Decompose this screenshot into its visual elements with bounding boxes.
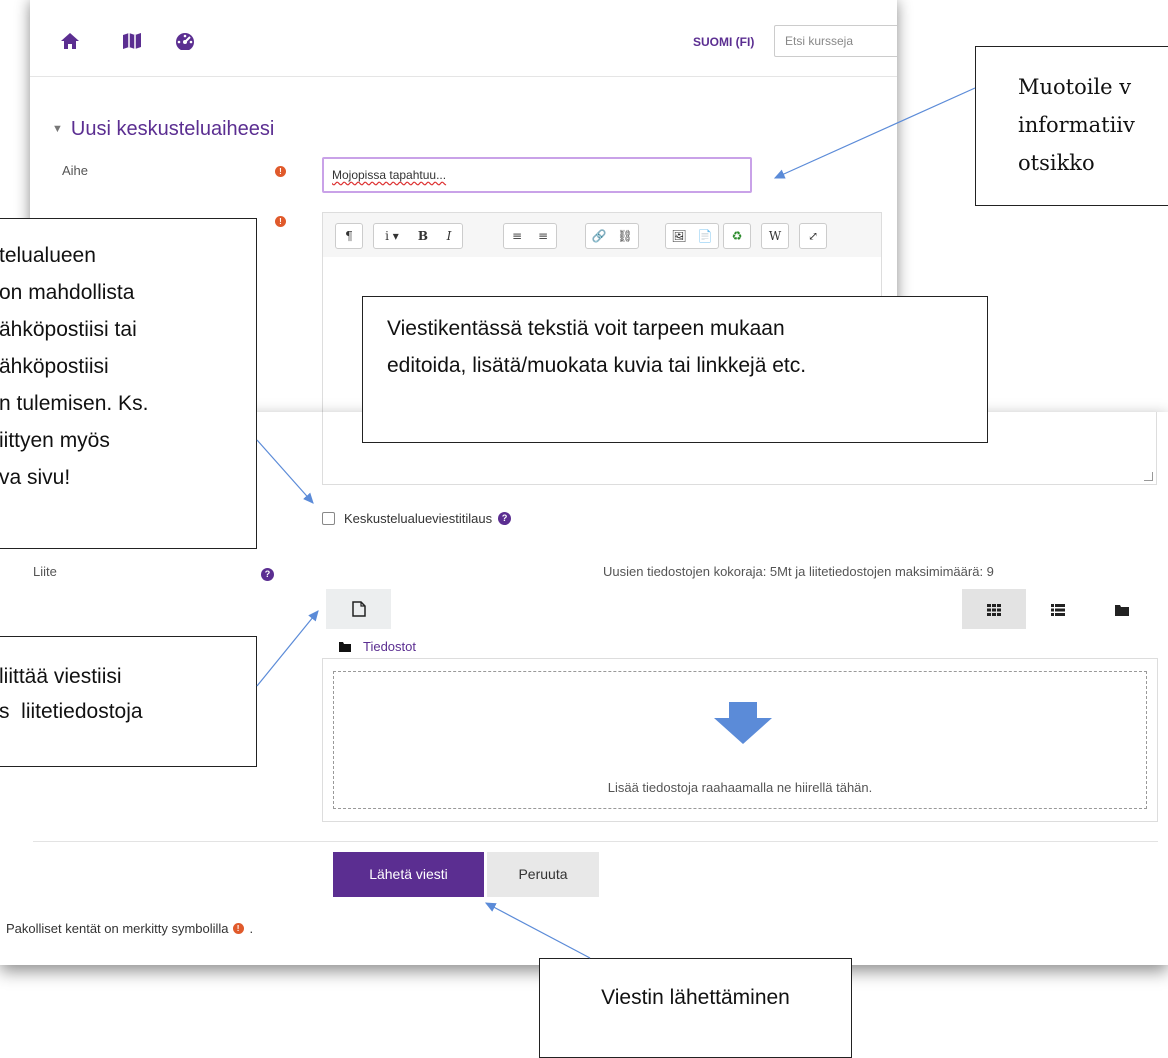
arrow-to-submit — [484, 902, 591, 959]
arrow-to-subscribe — [256, 439, 314, 504]
annotation-arrows — [256, 87, 976, 959]
arrow-to-subject — [773, 87, 976, 179]
arrow-to-add-file — [256, 610, 319, 687]
